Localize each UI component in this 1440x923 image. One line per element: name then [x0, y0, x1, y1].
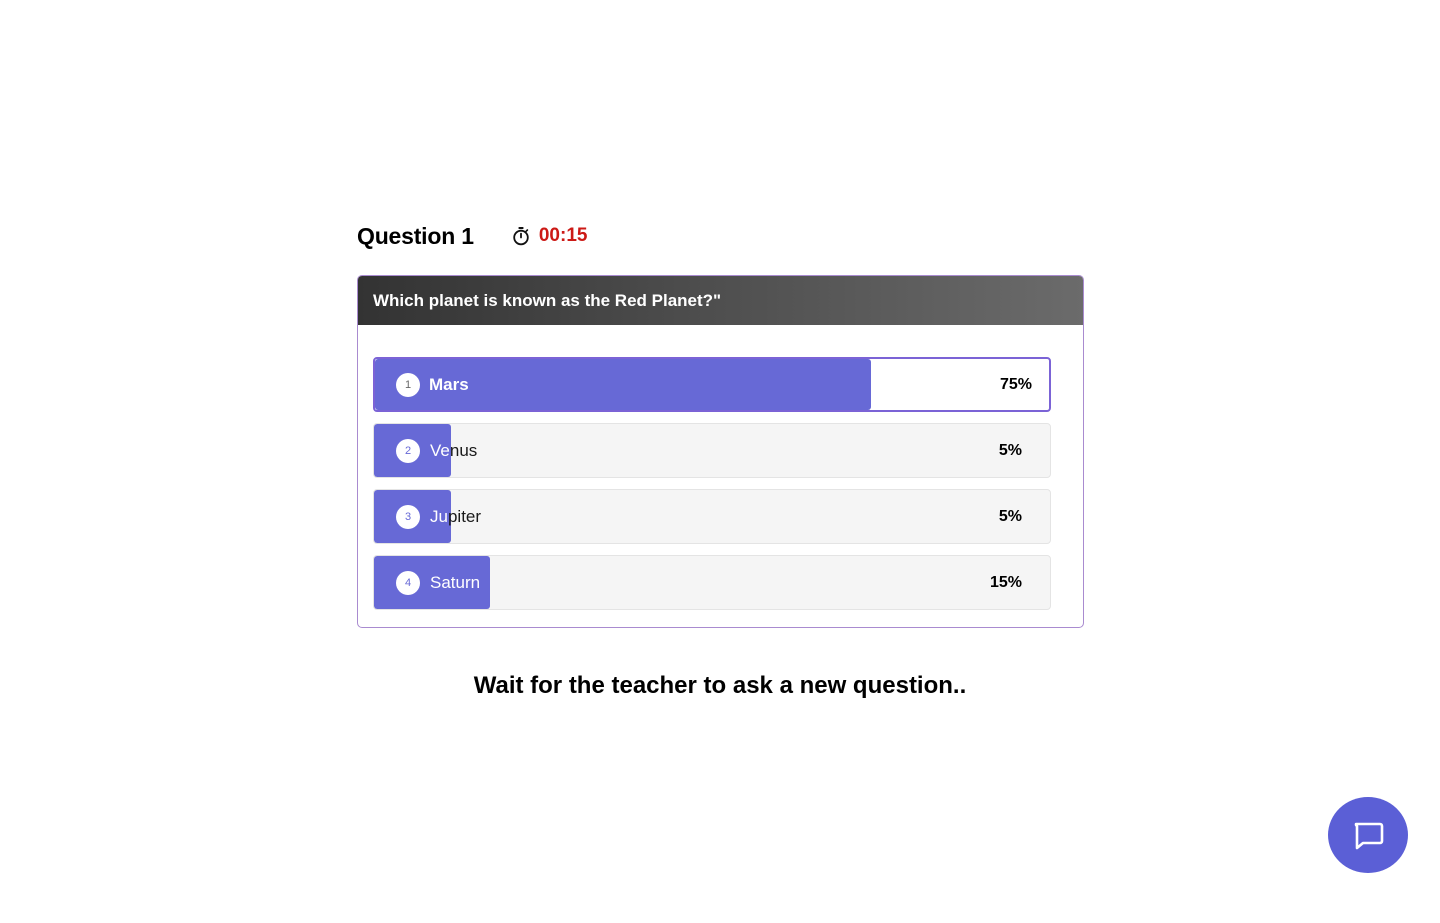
- option-label: Mars: [429, 374, 469, 394]
- option-label: Venus: [430, 440, 478, 460]
- option-percentage: 5%: [998, 507, 1022, 525]
- status-message: Wait for the teacher to ask a new questi…: [473, 672, 967, 699]
- option-percentage: 75%: [999, 375, 1032, 393]
- option-number-badge: 4: [396, 570, 420, 595]
- chat-icon: [1354, 822, 1384, 850]
- answer-options: 1 Mars 75% 2 Venus 5% 3 Jupiter 5% 4 Sat…: [373, 357, 1051, 621]
- option-number-badge: 1: [396, 372, 420, 397]
- question-card: Which planet is known as the Red Planet?…: [357, 275, 1084, 628]
- option-number-badge: 2: [396, 438, 420, 463]
- answer-option[interactable]: 4 Saturn 15%: [373, 555, 1051, 610]
- timer-countdown: 00:15: [538, 225, 588, 246]
- question-title: Question 1: [357, 222, 474, 249]
- option-label: Jupiter: [430, 506, 482, 526]
- question-banner: Which planet is known as the Red Planet?…: [358, 276, 1083, 325]
- answer-option[interactable]: 2 Venus 5%: [373, 423, 1051, 478]
- option-percentage: 5%: [998, 441, 1022, 459]
- chat-button[interactable]: [1328, 797, 1408, 873]
- answer-option[interactable]: 1 Mars 75%: [373, 357, 1051, 412]
- stopwatch-icon: [513, 227, 529, 246]
- answer-option[interactable]: 3 Jupiter 5%: [373, 489, 1051, 544]
- option-percentage: 15%: [989, 573, 1022, 591]
- question-header: Question 1 00:15: [357, 222, 587, 250]
- quiz-results-page: Question 1 00:15 Which planet is known a…: [0, 0, 1440, 923]
- option-number-badge: 3: [396, 504, 420, 529]
- option-label: Saturn: [430, 572, 481, 592]
- timer: 00:15: [511, 225, 588, 247]
- question-text: Which planet is known as the Red Planet?…: [373, 290, 722, 310]
